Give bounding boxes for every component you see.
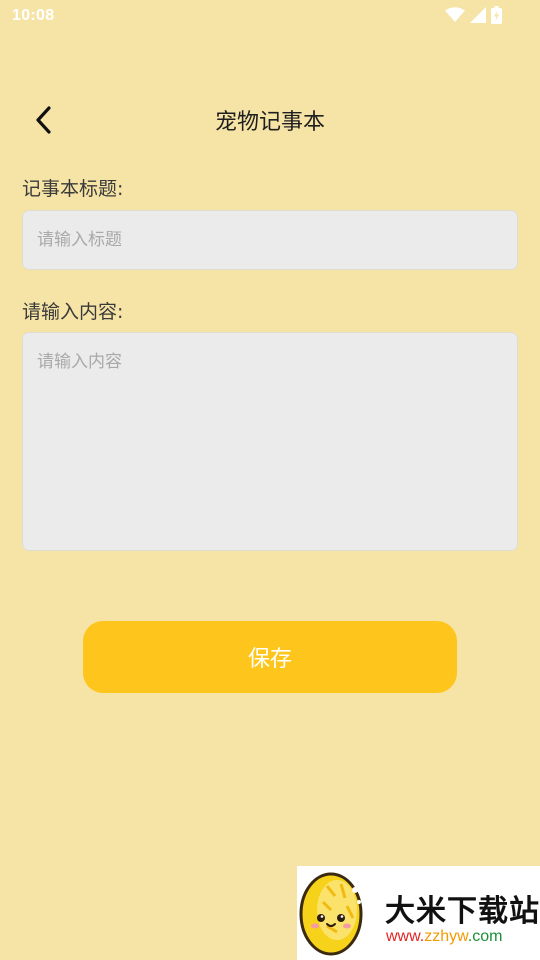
- content-label: 请输入内容:: [22, 301, 124, 323]
- watermark: 大米下载站 www.zzhyw.com: [297, 866, 540, 960]
- content-input[interactable]: [22, 332, 518, 551]
- mascot-egg-logo: [299, 872, 363, 956]
- battery-charging-icon: [491, 6, 502, 24]
- watermark-url-suffix: .com: [467, 928, 503, 945]
- header: 宠物记事本: [0, 90, 540, 148]
- wifi-icon: [445, 7, 465, 22]
- status-time: 10:08: [12, 7, 55, 24]
- watermark-url: www.zzhyw.com: [386, 928, 502, 946]
- watermark-url-prefix: www.: [386, 928, 425, 945]
- save-button[interactable]: 保存: [83, 621, 457, 693]
- signal-icon: [470, 7, 486, 23]
- title-label: 记事本标题:: [22, 178, 124, 200]
- watermark-name: 大米下载站: [385, 894, 540, 929]
- page-title: 宠物记事本: [214, 110, 325, 135]
- status-icons: [445, 6, 502, 24]
- title-input[interactable]: [22, 210, 518, 270]
- status-bar: 10:08: [0, 0, 540, 34]
- watermark-url-domain: zzhyw: [424, 928, 468, 945]
